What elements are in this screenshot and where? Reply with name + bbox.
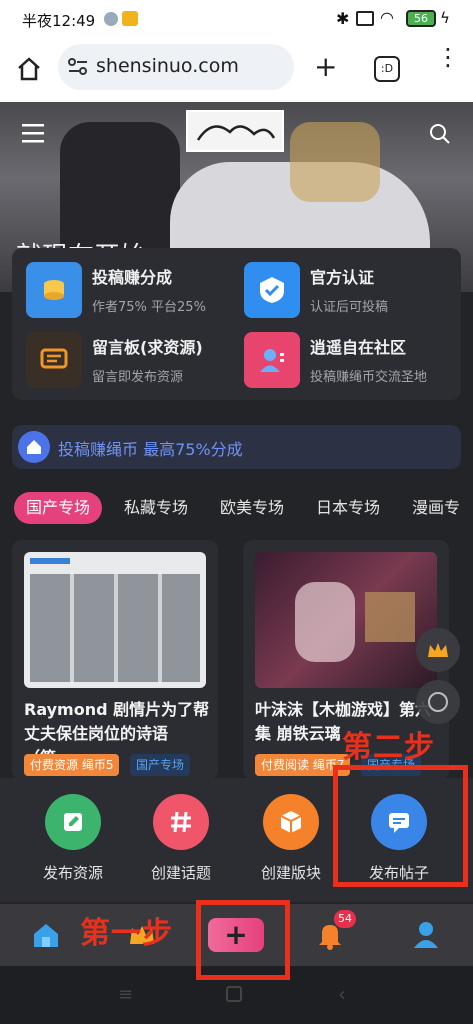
scroll-float-button[interactable] [416,680,460,724]
feature-4-subtitle: 投稿赚绳币交流圣地 [310,370,428,385]
post-card-1[interactable]: Raymond 剧情片为了帮丈夫保住岗位的诗语（第… 付费资源 绳币5 国产专场 [12,540,218,780]
logo-mark-icon [196,125,276,141]
feature-3-subtitle: 留言即发布资源 [92,370,184,385]
feature-2-subtitle: 认证后可投稿 [310,300,389,315]
home-badge-icon [18,431,50,463]
hero-rope [290,122,380,202]
feature-panel: 投稿赚分成 作者75% 平台25% 官方认证 认证后可投稿 留言板(求资源) 留… [12,248,461,400]
system-menu-icon[interactable]: ≡ [118,984,133,1005]
promo-banner[interactable]: 投稿赚绳币 最高75%分成 [12,425,461,469]
battery-icon: 56 [406,10,436,27]
feature-1-title[interactable]: 投稿赚分成 [92,264,172,288]
notification-count-badge: 54 [334,910,356,928]
cube-icon [263,794,319,850]
browser-toolbar: shensinuo.com + :D ⋮ [0,38,473,102]
promo-text: 投稿赚绳币 最高75%分成 [58,440,243,459]
status-time: 半夜12:49 [22,12,96,30]
crown-float-button[interactable] [416,628,460,672]
feature-3-message-board-icon[interactable] [26,332,82,388]
step-two-highlight [333,765,468,887]
hashtag-icon [153,794,209,850]
status-bar: 半夜12:49 ✱ ◠ 56 ϟ [0,0,473,38]
feature-4-community-icon[interactable] [244,332,300,388]
post-card-1-price-badge: 付费资源 绳币5 [24,754,120,776]
home-icon[interactable] [16,56,42,82]
mute-icon [356,11,374,26]
create-topic-label: 创建话题 [150,864,211,882]
tab-western[interactable]: 欧美专场 [220,492,284,524]
step-one-highlight [196,900,290,980]
feature-3-title[interactable]: 留言板(求资源) [92,334,203,358]
search-icon[interactable] [428,122,452,146]
url-text: shensinuo.com [96,55,239,77]
tab-private[interactable]: 私藏专场 [124,492,188,524]
feature-1-coins-icon[interactable] [26,262,82,318]
tab-domestic[interactable]: 国产专场 [14,492,103,524]
compass-icon [428,692,448,712]
new-tab-icon[interactable]: + [314,50,337,83]
step-two-label: 第二步 [342,730,435,765]
charging-icon: ϟ [440,9,450,27]
nav-user-icon [414,922,438,948]
nav-notifications[interactable]: 54 [300,910,360,958]
tab-japanese[interactable]: 日本专场 [316,492,380,524]
feature-2-title[interactable]: 官方认证 [310,264,374,288]
bluetooth-icon: ✱ [336,9,350,28]
site-info-icon[interactable] [68,58,88,76]
tab-comics[interactable]: 漫画专 [412,492,460,524]
post-card-1-category-badge[interactable]: 国产专场 [130,754,191,776]
hamburger-menu-icon[interactable] [22,122,46,144]
nav-profile[interactable] [396,912,456,958]
address-bar[interactable]: shensinuo.com [58,44,294,90]
wifi-icon: ◠ [380,8,394,27]
crown-icon [428,643,448,657]
publish-resource-label: 发布资源 [42,864,103,882]
system-home-icon[interactable] [226,986,242,1002]
app-notification-icon [122,11,138,26]
nav-home[interactable] [16,912,76,958]
step-one-label: 第一步 [80,916,173,951]
system-back-icon[interactable]: ‹ [338,982,346,1006]
post-card-2-thumbnail[interactable] [255,552,437,688]
post-card-1-thumbnail[interactable] [24,552,206,688]
menu-dots-icon[interactable]: ⋮ [436,45,460,69]
feature-4-title[interactable]: 逍遥自在社区 [310,334,406,358]
edit-icon [45,794,101,850]
category-tabs: 国产专场 私藏专场 欧美专场 日本专场 漫画专 [0,490,473,526]
publish-resource-button[interactable]: 发布资源 [14,794,132,894]
nav-home-icon [34,924,58,947]
create-topic-button[interactable]: 创建话题 [122,794,240,894]
tab-switcher-button[interactable]: :D [374,56,400,82]
feature-2-verified-icon[interactable] [244,262,300,318]
location-icon [104,12,118,26]
feature-1-subtitle: 作者75% 平台25% [92,300,206,315]
site-logo[interactable] [186,110,284,152]
